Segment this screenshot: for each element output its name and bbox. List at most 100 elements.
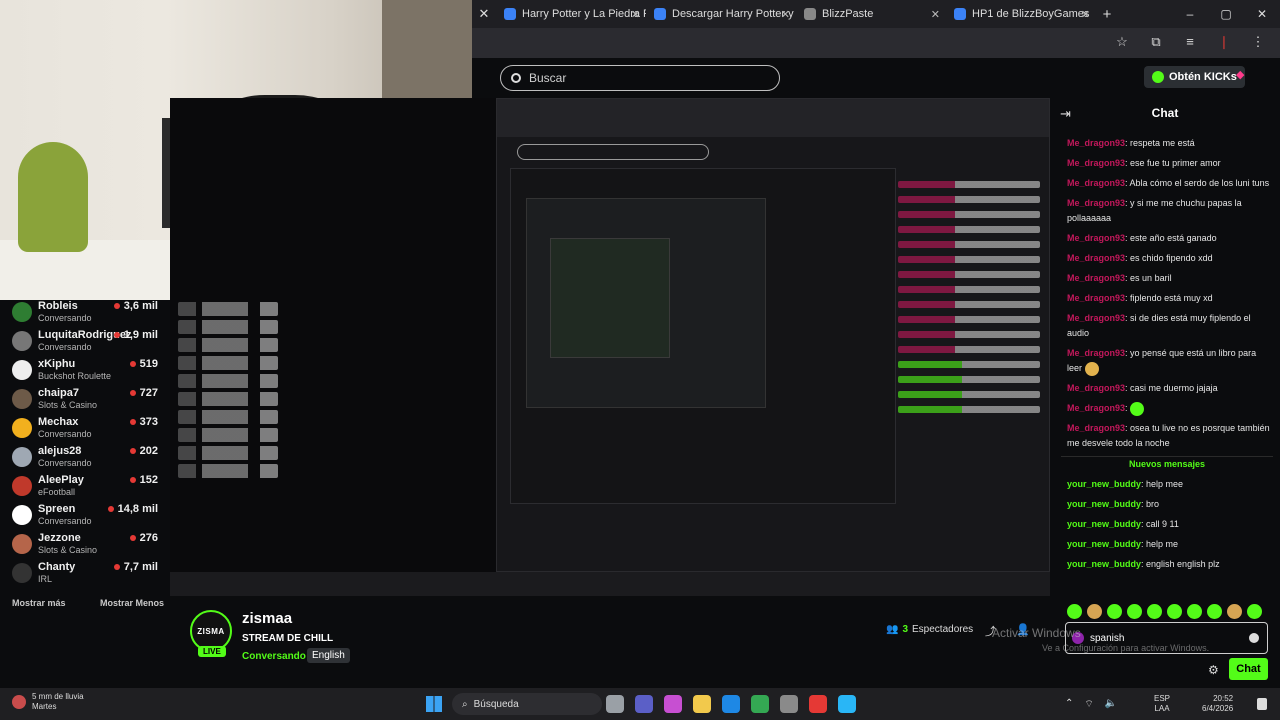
browser-tab[interactable]: BlizzPaste ✕ (796, 0, 946, 28)
system-tray: ⌃ ⌔ 🔈 (1065, 698, 1117, 711)
opera-icon[interactable] (809, 695, 827, 713)
chat-message: Me_dragon93: es un baril (1067, 273, 1172, 283)
maximize-button[interactable]: ▢ (1208, 0, 1244, 28)
sidebar-channel[interactable]: chaipa7 Slots & Casino 727 (0, 387, 170, 416)
emote-icon[interactable] (1207, 604, 1222, 619)
emote-icon[interactable] (1127, 604, 1142, 619)
teams-icon[interactable] (635, 695, 653, 713)
channel-avatar (12, 505, 32, 525)
channel-avatar (12, 534, 32, 554)
notifications-icon[interactable] (1257, 698, 1267, 710)
close-window-button[interactable]: ✕ (1244, 0, 1280, 28)
emote-icon[interactable] (1227, 604, 1242, 619)
profile-icon[interactable]: ❘ (1216, 34, 1232, 50)
store-icon[interactable] (780, 695, 798, 713)
get-kicks-button[interactable]: Obtén KICKs (1144, 66, 1245, 88)
live-dot-icon (129, 477, 136, 483)
chrome-icon[interactable] (751, 695, 769, 713)
channel-name: Spreen (38, 503, 76, 515)
volume-icon[interactable]: 🔈 (1105, 698, 1117, 711)
windows-start-icon[interactable] (426, 696, 442, 712)
taskbar-search[interactable]: ⌕ Búsqueda (452, 693, 602, 715)
network-icon[interactable]: ⌔ (1084, 698, 1093, 711)
video-player[interactable] (170, 98, 1050, 596)
file-explorer-icon[interactable] (693, 695, 711, 713)
user-avatar[interactable]: ◆ (1236, 68, 1252, 86)
channel-viewers: 3,6 mil (113, 300, 158, 312)
taskbar-clock[interactable]: 20:52 6/4/2026 (1202, 694, 1233, 714)
sidebar-channel[interactable]: Chanty IRL 7,7 mil (0, 561, 170, 590)
send-chat-button[interactable]: Chat (1229, 658, 1268, 680)
show-less-link[interactable]: Mostrar Menos (100, 598, 164, 608)
chat-header: ⇥ Chat (1050, 98, 1280, 128)
chat-message: Me_dragon93: y si me me chuchu papas la … (1067, 198, 1242, 223)
emote-icon[interactable] (1087, 604, 1102, 619)
show-more-link[interactable]: Mostrar más (12, 598, 66, 608)
tray-chevron-icon[interactable]: ⌃ (1065, 698, 1073, 711)
chat-settings-gear-icon[interactable]: ⚙ (1208, 663, 1219, 677)
sidebar-channel[interactable]: AleePlay eFootball 152 (0, 474, 170, 503)
viewer-count: 👥 3 Espectadores (886, 624, 974, 635)
chat-input[interactable] (1090, 632, 1250, 644)
emote-icon[interactable] (1067, 604, 1082, 619)
channel-viewers: 1,9 mil (113, 329, 158, 341)
emote-icon[interactable] (1167, 604, 1182, 619)
steam-icon[interactable] (838, 695, 856, 713)
live-dot-icon (129, 448, 136, 454)
sidebar-channel[interactable]: Jezzone Slots & Casino 276 (0, 532, 170, 561)
close-icon[interactable]: ✕ (1081, 8, 1090, 21)
channel-avatar (12, 447, 32, 467)
task-view-icon[interactable] (606, 695, 624, 713)
input-language[interactable]: ESP LAA (1154, 694, 1170, 714)
minimize-button[interactable]: – (1172, 0, 1208, 28)
menu-dots-icon[interactable]: ⋮ (1250, 34, 1266, 50)
activate-windows-watermark: Activar Windows (992, 626, 1081, 640)
live-dot-icon (113, 332, 120, 338)
chat-title: Chat (1151, 106, 1179, 120)
chat-message: Me_dragon93: respeta me está (1067, 138, 1195, 148)
close-icon[interactable]: ✕ (781, 8, 790, 21)
new-tab-button[interactable]: + (1096, 6, 1118, 23)
live-dot-icon (113, 564, 120, 570)
new-messages-divider: Nuevos mensajes (1061, 456, 1273, 469)
copilot-icon[interactable] (664, 695, 682, 713)
chat-message: Me_dragon93: Abla cómo el serdo de los l… (1067, 178, 1270, 188)
chat-message: Me_dragon93: ese fue tu primer amor (1067, 158, 1221, 168)
sidebar-channel[interactable]: Spreen Conversando 14,8 mil (0, 503, 170, 532)
chat-message: Me_dragon93: yo pensé que está un libro … (1067, 346, 1273, 376)
tab-favicon-icon (954, 8, 966, 20)
channel-viewers: 727 (129, 387, 158, 399)
stream-language-tag[interactable]: English (307, 648, 350, 663)
emote-icon[interactable] (1147, 604, 1162, 619)
weather-widget[interactable]: 5 mm de lluvia Martes (12, 692, 84, 712)
emote-icon[interactable] (1187, 604, 1202, 619)
stream-category-link[interactable]: Conversando (242, 651, 306, 662)
emoji-picker-icon[interactable] (1249, 633, 1259, 643)
channel-avatar (12, 360, 32, 380)
sidebar-channel[interactable]: Mechax Conversando 373 (0, 416, 170, 445)
close-icon[interactable]: ✕ (472, 6, 496, 22)
extensions-icon[interactable]: ⧉ (1148, 34, 1164, 50)
browser-tab[interactable]: HP1 de BlizzBoyGames ✕ (946, 0, 1096, 28)
search-input[interactable] (529, 71, 759, 85)
search-bar[interactable] (500, 65, 780, 91)
close-icon[interactable]: ✕ (931, 8, 940, 21)
chat-message: your_new_buddy: english english plz (1067, 559, 1220, 569)
channel-name-title[interactable]: zismaa (242, 610, 292, 627)
browser-tab[interactable]: Harry Potter y La Piedra Filosof...✕ (496, 0, 646, 28)
sidebar-channel[interactable]: Robleis Conversando 3,6 mil (0, 300, 170, 329)
chat-message: Me_dragon93: fiplendo está muy xd (1067, 293, 1213, 303)
sidebar-channel[interactable]: LuquitaRodriguez Conversando 1,9 mil (0, 329, 170, 358)
close-icon[interactable]: ✕ (631, 8, 640, 21)
browser-tab[interactable]: Descargar Harry Potter y la Pied...✕ (646, 0, 796, 28)
sidebar-channel[interactable]: xKiphu Buckshot Roulette 519 (0, 358, 170, 387)
emote-icon[interactable] (1107, 604, 1122, 619)
sidebar-channel[interactable]: alejus28 Conversando 202 (0, 445, 170, 474)
edge-icon[interactable] (722, 695, 740, 713)
emote-icon[interactable] (1247, 604, 1262, 619)
bookmark-star-icon[interactable]: ☆ (1114, 34, 1130, 50)
search-icon: ⌕ (462, 698, 468, 710)
channel-avatar (12, 302, 32, 322)
channel-viewers: 519 (129, 358, 158, 370)
media-control-icon[interactable]: ≡ (1182, 34, 1198, 50)
